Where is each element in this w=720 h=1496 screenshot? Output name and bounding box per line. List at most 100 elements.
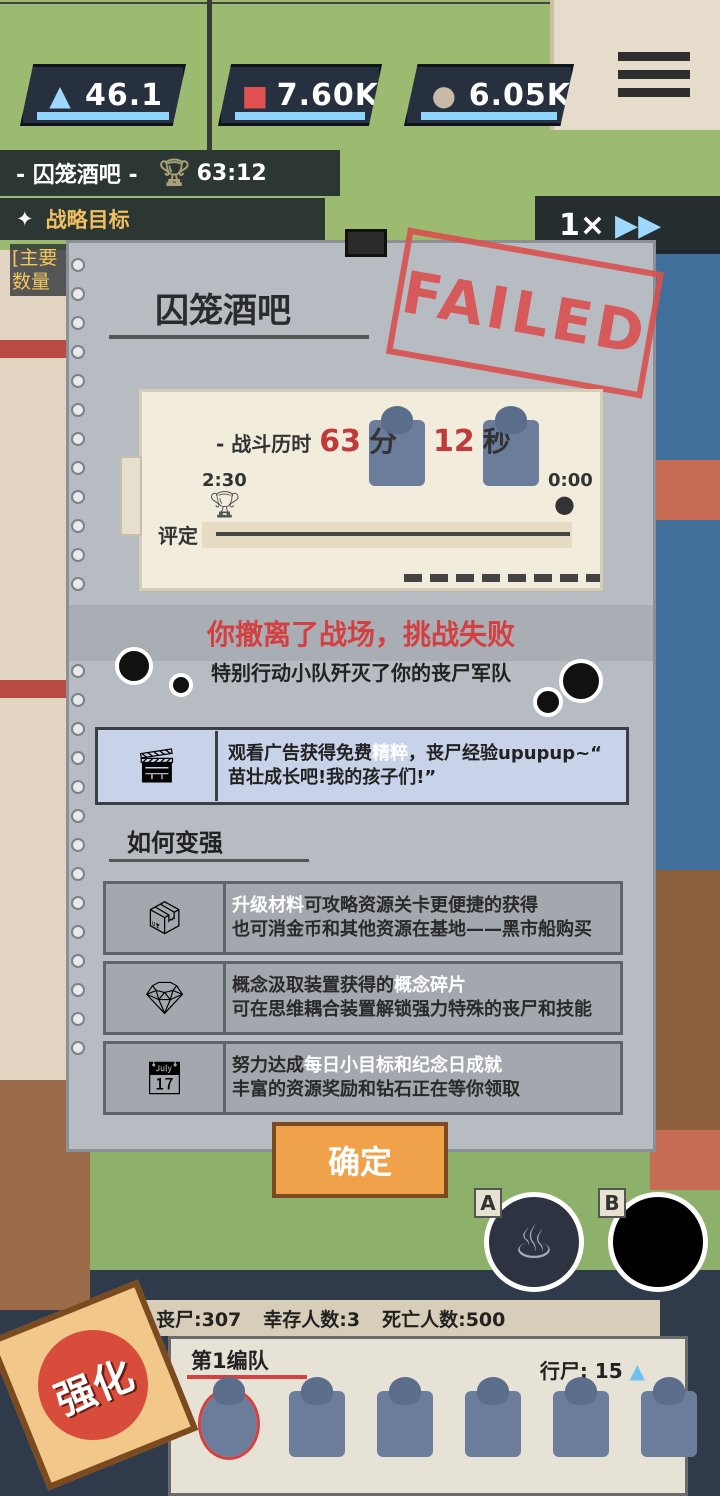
skill-b-label: B [598,1188,626,1218]
walker-count: 行尸: 15 ▲ [540,1355,645,1384]
timeline-line [216,532,570,536]
speed-label: 1× [559,207,606,243]
ad-text: 观看广告获得免费精粹，丧尸经验upupup~“ 苗壮成长吧!我的孩子们!” [218,742,602,790]
ore-icon: ● [431,78,457,112]
bullet-hole-icon [559,659,603,703]
resource-bar [235,112,365,120]
medal-icon: ● [554,490,575,518]
objective-label: 战略目标 [45,208,130,232]
objective-button[interactable]: ✦ 战略目标 [0,198,325,240]
minutes-unit: 分 [369,406,426,486]
death-count: 死亡人数:500 [382,1308,506,1331]
tip-highlight: 每日小目标和纪念日成就 [304,1055,502,1076]
tip-highlight: 概念碎片 [394,975,466,996]
wood-floor [650,870,720,1130]
dash-decoration [404,574,600,582]
tip-upgrade-materials[interactable]: 📦︎ 升级材料可攻略资源关卡更便捷的获得 也可消金币和其他资源在基地——黑市船购… [103,881,623,955]
materials-icon: ■ [241,78,269,112]
brick-segment [650,460,720,520]
failed-stamp: FAILED [385,227,665,399]
zombie-unit[interactable] [377,1377,433,1457]
tip-line1: 努力达成 [232,1055,304,1076]
battle-duration: - 战斗历时 63 分 12 秒 [216,406,539,486]
tip-line2: 可在思维耦合装置解锁强力特殊的丧尸和技能 [232,999,592,1020]
tip-line1: 可攻略资源关卡更便捷的获得 [304,895,538,916]
team-name[interactable]: 第1编队 [191,1345,269,1375]
crystal-icon: ▲ [629,1359,645,1383]
ad-highlight: 精粹 [372,743,408,764]
ad-line1-b: ，丧尸经验upupup~“ [408,743,603,764]
survivor-count: 幸存人数:3 [263,1308,361,1331]
duration-label: - 战斗历时 [216,432,312,456]
divider [109,859,309,862]
target-icon: ✦ [16,207,34,231]
zombie-unit[interactable] [289,1377,345,1457]
resource-bar [421,112,557,120]
watch-ad-button[interactable]: 🎬︎ 观看广告获得免费精粹，丧尸经验upupup~“ 苗壮成长吧!我的孩子们!” [95,727,629,805]
ad-line1-a: 观看广告获得免费 [228,743,372,764]
zombie-unit[interactable] [553,1377,609,1457]
timeline-end: 0:00 [548,470,593,491]
bullet-hole-icon [533,687,563,717]
unit-list [198,1377,697,1460]
video-ad-icon: 🎬︎ [98,731,218,801]
brick-segment [650,1130,720,1190]
howto-title: 如何变强 [127,829,223,857]
stage-timer: 63:12 [196,160,267,186]
zombie-unit[interactable] [465,1377,521,1457]
duration-minutes: 63 [319,424,362,459]
zombie-unit[interactable] [198,1377,260,1460]
tip-text: 概念汲取装置获得的概念碎片 可在思维耦合装置解锁强力特殊的丧尸和技能 [226,974,592,1022]
resource-materials: ■ 7.60K [218,64,382,126]
flame-figure-icon: ♨ [513,1215,555,1269]
team-panel: 第1编队 行尸: 15 ▲ [168,1336,697,1496]
tip-text: 努力达成每日小目标和纪念日成就 丰富的资源奖励和钻石正在等你领取 [226,1054,520,1102]
skill-a-label: A [474,1188,502,1218]
building-right [650,250,720,1190]
confirm-button[interactable]: 确定 [272,1122,448,1198]
binder-rings [69,243,87,1149]
result-dialog: 囚笼酒吧 FAILED - 战斗历时 63 分 12 秒 2:30 0:00 🏆… [66,227,665,1152]
tip-text: 升级材料可攻略资源关卡更便捷的获得 也可消金币和其他资源在基地——黑市船购买 [226,894,592,942]
dialog-title: 囚笼酒吧 [155,291,291,331]
resource-value: 6.05K [468,77,571,113]
seconds-unit: 秒 [482,406,539,486]
bullet-hole-icon [115,647,153,685]
stage-name: - 囚笼酒吧 - [16,163,138,188]
crystal-fragment-icon: 💎︎ [106,964,226,1032]
utility-pole [207,0,212,150]
crystal-icon: ▲ [49,78,71,112]
trophy-icon: 🏆︎ [157,158,191,188]
resource-value: 7.60K [276,77,379,113]
timeline-start: 2:30 [202,470,247,491]
resource-crystal: ▲ 46.1 [20,64,186,126]
resource-ore: ● 6.05K [404,64,574,126]
tip-line2: 丰富的资源奖励和钻石正在等你领取 [232,1079,520,1100]
trophy-icon: 🏆︎ [208,490,242,520]
fast-forward-icon: ▶▶ [615,207,662,243]
menu-icon[interactable] [618,52,690,108]
main-objective: [主要数量 [10,244,66,296]
battle-stats-bar: 丧尸:307 幸存人数:3 死亡人数:500 [140,1300,660,1336]
paper-clip-icon [345,229,387,257]
duration-seconds: 12 [433,424,475,459]
battle-stats-card: - 战斗历时 63 分 12 秒 2:30 0:00 🏆︎ ● 评定 [120,389,603,591]
tip-line1: 概念汲取装置获得的 [232,975,394,996]
rating-label: 评定 [158,524,198,548]
team-underline [187,1375,307,1379]
zombie-unit[interactable] [641,1377,697,1457]
tip-daily-goals[interactable]: 📅︎ 努力达成每日小目标和纪念日成就 丰富的资源奖励和钻石正在等你领取 [103,1041,623,1115]
stage-header: - 囚笼酒吧 - 🏆︎ 63:12 [0,150,340,196]
bullet-hole-icon [169,673,193,697]
divider [109,335,369,339]
fail-title: 你撤离了战场，挑战失败 [206,618,515,651]
tip-concept-fragments[interactable]: 💎︎ 概念汲取装置获得的概念碎片 可在思维耦合装置解锁强力特殊的丧尸和技能 [103,961,623,1035]
resource-value: 46.1 [85,77,164,113]
tip-highlight: 升级材料 [232,895,304,916]
calendar-icon: 📅︎ [106,1044,226,1112]
materials-icon: 📦︎ [106,884,226,952]
card-tab [120,456,142,536]
resource-bar [37,112,169,120]
tip-line2: 也可消金币和其他资源在基地——黑市船购买 [232,919,592,940]
zombie-count: 丧尸:307 [156,1308,242,1331]
